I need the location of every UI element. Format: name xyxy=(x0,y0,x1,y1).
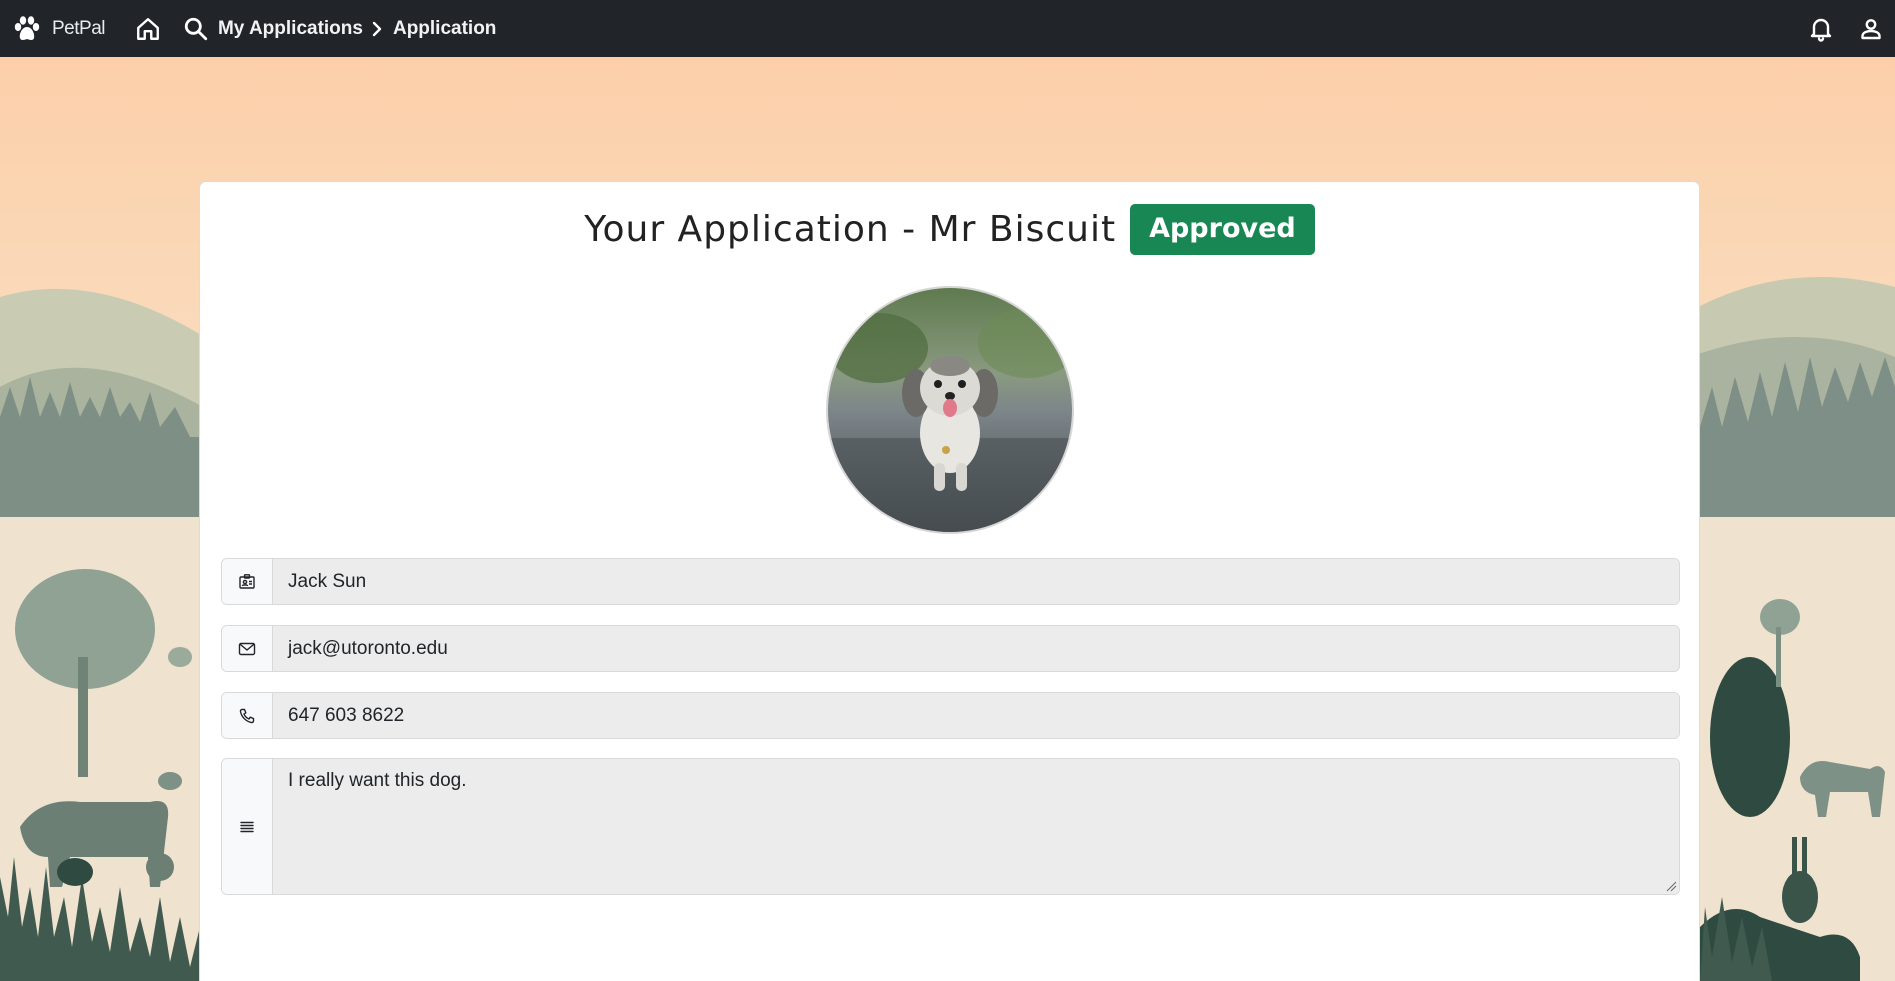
text-lines-icon xyxy=(222,759,273,894)
phone-icon xyxy=(222,693,273,738)
application-card: Your Application - Mr Biscuit Approved J… xyxy=(199,181,1700,981)
search-icon[interactable] xyxy=(182,15,210,43)
name-value: Jack Sun xyxy=(273,559,1679,604)
name-field[interactable]: Jack Sun xyxy=(221,558,1680,605)
user-icon[interactable] xyxy=(1857,15,1885,43)
message-field[interactable]: I really want this dog. xyxy=(221,758,1680,895)
brand-link[interactable]: PetPal xyxy=(12,0,105,57)
breadcrumb-my-applications[interactable]: My Applications xyxy=(218,18,363,40)
brand-name: PetPal xyxy=(52,17,105,39)
paw-icon xyxy=(12,14,42,44)
top-navbar: PetPal My Applications Application xyxy=(0,0,1895,57)
breadcrumb: My Applications Application xyxy=(218,18,496,40)
phone-field[interactable]: 647 603 8622 xyxy=(221,692,1680,739)
resize-grip-icon[interactable] xyxy=(1665,880,1677,892)
envelope-icon xyxy=(222,626,273,671)
page-title: Your Application - Mr Biscuit xyxy=(584,209,1117,250)
id-badge-icon xyxy=(222,559,273,604)
email-value: jack@utoronto.edu xyxy=(273,626,1679,671)
bell-icon[interactable] xyxy=(1807,15,1835,43)
message-value: I really want this dog. xyxy=(273,759,1679,894)
title-row: Your Application - Mr Biscuit Approved xyxy=(200,204,1699,255)
chevron-right-icon xyxy=(371,20,385,38)
dog-photo xyxy=(826,286,1074,534)
breadcrumb-application[interactable]: Application xyxy=(393,18,496,40)
status-badge: Approved xyxy=(1130,204,1315,255)
home-icon[interactable] xyxy=(134,15,162,43)
email-field[interactable]: jack@utoronto.edu xyxy=(221,625,1680,672)
phone-value: 647 603 8622 xyxy=(273,693,1679,738)
navbar-right xyxy=(1807,0,1895,57)
